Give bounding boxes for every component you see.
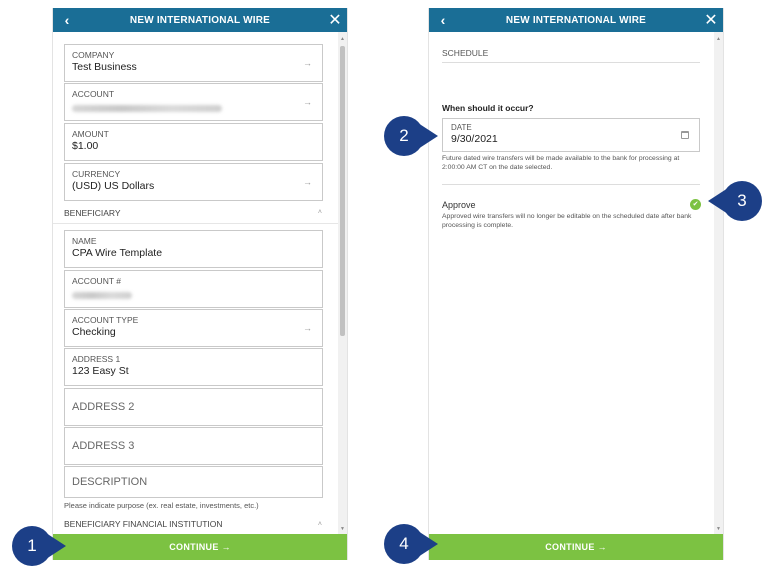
arrow-right-icon: → (303, 58, 312, 68)
chevron-up-icon: ˄ (317, 520, 322, 528)
approve-check-icon[interactable]: ✔ (690, 199, 701, 210)
section-title: BENEFICIARY FINANCIAL INSTITUTION (64, 519, 223, 529)
field-value: Checking (72, 326, 116, 338)
schedule-panel: ‹ NEW INTERNATIONAL WIRE ✕ SCHEDULE When… (428, 8, 724, 560)
schedule-section-title: SCHEDULE (442, 48, 489, 58)
arrow-right-icon: → (303, 323, 312, 333)
beneficiary-section-header[interactable]: BENEFICIARY ˄ (53, 202, 340, 224)
account-field[interactable]: ACCOUNT → (64, 83, 323, 121)
beneficiary-name-field[interactable]: NAME CPA Wire Template (64, 230, 323, 268)
field-label: AMOUNT (72, 129, 109, 139)
description-hint: Please indicate purpose (ex. real estate… (64, 501, 259, 510)
account-type-field[interactable]: ACCOUNT TYPE Checking → (64, 309, 323, 347)
field-placeholder: ADDRESS 2 (72, 401, 135, 413)
scrollbar-thumb[interactable] (340, 46, 345, 336)
divider (442, 62, 700, 63)
approve-note: Approved wire transfers will no longer b… (442, 213, 692, 229)
close-icon[interactable]: ✕ (326, 8, 344, 32)
address2-field[interactable]: ADDRESS 2 (64, 388, 323, 426)
divider (442, 184, 700, 185)
calendar-icon[interactable] (681, 131, 689, 139)
field-label: ACCOUNT (72, 89, 115, 99)
chevron-left-icon[interactable]: ‹ (435, 8, 451, 32)
arrow-right-icon: → (303, 97, 312, 107)
field-value: (USD) US Dollars (72, 180, 155, 192)
panel-header: ‹ NEW INTERNATIONAL WIRE ✕ (53, 8, 347, 32)
arrow-right-icon: → (303, 177, 312, 187)
redacted-value (72, 292, 132, 299)
company-field[interactable]: COMPANY Test Business → (64, 44, 323, 82)
scroll-up-icon[interactable]: ▲ (338, 34, 347, 44)
field-label: ACCOUNT # (72, 276, 121, 286)
address1-field[interactable]: ADDRESS 1 123 Easy St (64, 348, 323, 386)
description-field[interactable]: DESCRIPTION (64, 466, 323, 498)
field-placeholder: DESCRIPTION (72, 476, 148, 488)
callout-marker-4: 4 (384, 524, 424, 564)
wire-form-panel: ‹ NEW INTERNATIONAL WIRE ✕ COMPANY Test … (52, 8, 348, 560)
field-value: 9/30/2021 (451, 133, 498, 145)
date-field[interactable]: DATE 9/30/2021 (442, 118, 700, 152)
scroll-up-icon[interactable]: ▲ (714, 34, 723, 44)
continue-button[interactable]: CONTINUE → (429, 534, 723, 560)
field-label: CURRENCY (72, 169, 121, 179)
callout-marker-3: 3 (722, 181, 762, 221)
panel-title: NEW INTERNATIONAL WIRE (505, 14, 647, 26)
account-number-field[interactable]: ACCOUNT # (64, 270, 323, 308)
field-label: ACCOUNT TYPE (72, 315, 139, 325)
panel-title: NEW INTERNATIONAL WIRE (129, 14, 271, 26)
field-value: Test Business (72, 61, 137, 73)
scrollbar[interactable]: ▲ ▼ (714, 32, 723, 536)
field-label: NAME (72, 236, 97, 246)
currency-field[interactable]: CURRENCY (USD) US Dollars → (64, 163, 323, 201)
field-placeholder: ADDRESS 3 (72, 440, 135, 452)
close-icon[interactable]: ✕ (702, 8, 720, 32)
panel-header: ‹ NEW INTERNATIONAL WIRE ✕ (429, 8, 723, 32)
chevron-left-icon[interactable]: ‹ (59, 8, 75, 32)
field-value: CPA Wire Template (72, 247, 163, 259)
field-value: $1.00 (72, 140, 99, 152)
scrollbar[interactable]: ▲ ▼ (338, 32, 347, 536)
amount-field[interactable]: AMOUNT $1.00 (64, 123, 323, 161)
field-label: DATE (451, 123, 472, 132)
financial-institution-section-header[interactable]: BENEFICIARY FINANCIAL INSTITUTION ˄ (53, 513, 340, 535)
continue-button[interactable]: CONTINUE → (53, 534, 347, 560)
scroll-down-icon[interactable]: ▼ (714, 524, 723, 534)
section-title: BENEFICIARY (64, 207, 121, 218)
chevron-up-icon: ˄ (317, 209, 322, 216)
redacted-value (72, 105, 222, 112)
when-label: When should it occur? (442, 103, 534, 113)
date-note: Future dated wire transfers will be made… (442, 155, 680, 171)
field-value: 123 Easy St (72, 365, 129, 377)
field-label: COMPANY (72, 50, 115, 60)
callout-marker-2: 2 (384, 116, 424, 156)
callout-marker-1: 1 (12, 526, 52, 566)
address3-field[interactable]: ADDRESS 3 (64, 427, 323, 465)
field-label: ADDRESS 1 (72, 354, 121, 364)
approve-label: Approve (442, 200, 476, 210)
scroll-down-icon[interactable]: ▼ (338, 524, 347, 534)
